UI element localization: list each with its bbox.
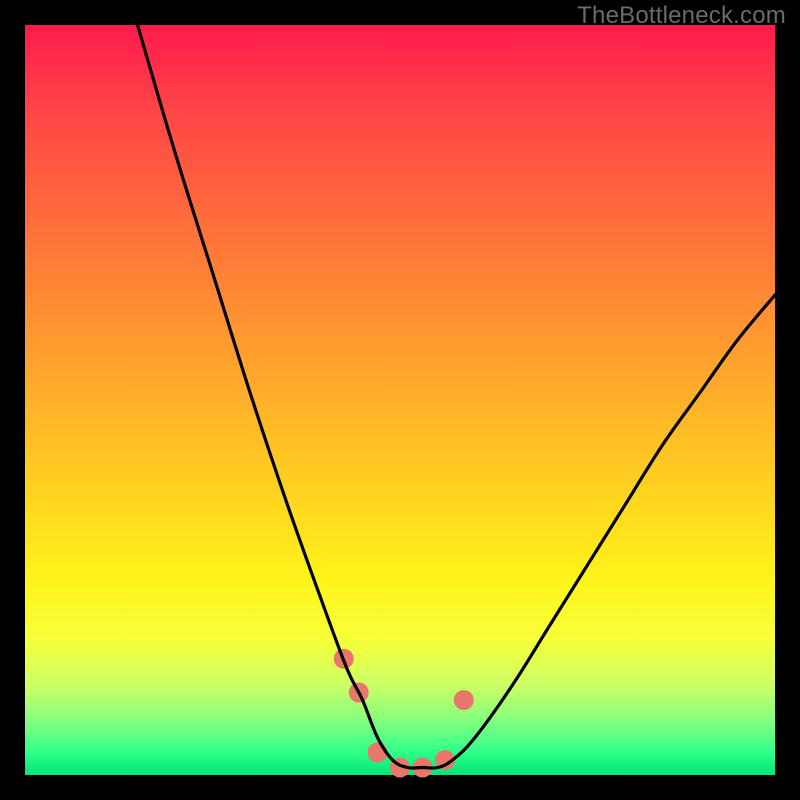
chart-marker bbox=[454, 690, 474, 710]
bottleneck-curve bbox=[138, 25, 776, 768]
chart-frame: TheBottleneck.com bbox=[0, 0, 800, 800]
chart-svg bbox=[25, 25, 775, 775]
chart-plot-area bbox=[25, 25, 775, 775]
